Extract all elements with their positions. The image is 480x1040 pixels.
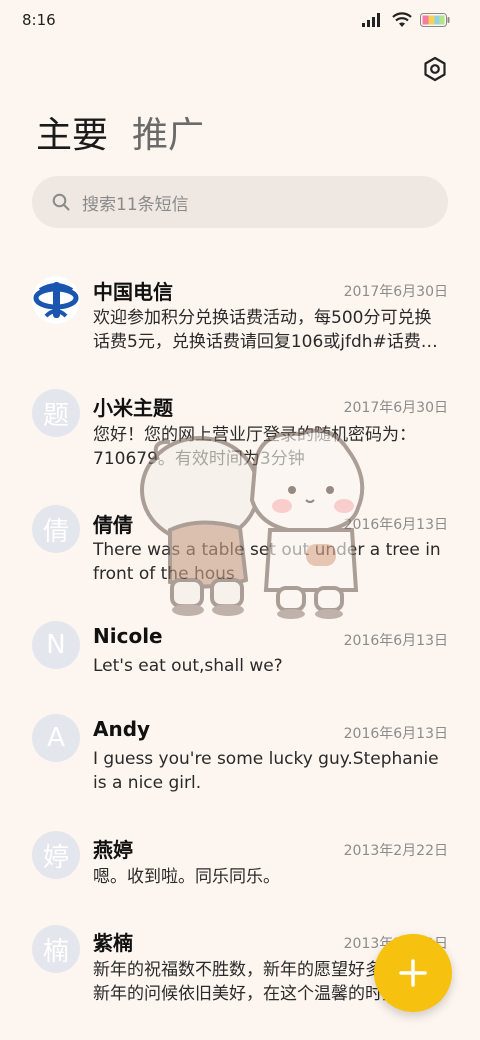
- preview-line: 您好！您的网上营业厅登录的随机密码为：: [93, 425, 416, 445]
- search-input[interactable]: 搜索11条短信: [32, 176, 448, 228]
- message-date: 2016年6月13日: [343, 726, 448, 742]
- status-time: 8:16: [22, 11, 56, 29]
- battery-icon: [420, 13, 450, 27]
- message-item[interactable]: A Andy 2016年6月13日 I guess you're some lu…: [0, 714, 480, 824]
- avatar: A: [32, 714, 80, 762]
- status-icons: [362, 12, 450, 28]
- wifi-icon: [392, 12, 412, 27]
- avatar: 楠: [32, 925, 80, 973]
- sender-name: Andy: [93, 717, 151, 741]
- message-item[interactable]: 题 小米主题 2017年6月30日 您好！您的网上营业厅登录的随机密码为： 71…: [0, 388, 480, 498]
- message-item[interactable]: 中国电信 2017年6月30日 欢迎参加积分兑换话费活动，每500分可兑换 话费…: [0, 272, 480, 382]
- preview-line: is a nice girl.: [93, 773, 202, 793]
- tab-promotions[interactable]: 推广: [132, 112, 204, 160]
- message-date: 2016年6月13日: [343, 633, 448, 649]
- sender-name: 燕婷: [93, 838, 133, 862]
- status-bar: 8:16: [0, 0, 480, 40]
- avatar: 婷: [32, 831, 80, 879]
- message-date: 2016年6月13日: [343, 517, 448, 533]
- signal-icon: [362, 13, 380, 27]
- message-preview: 嗯。收到啦。同乐同乐。: [93, 865, 445, 889]
- sender-name: 倩倩: [93, 513, 133, 537]
- preview-line: 话费5元，兑换话费请回复106或jfdh#话费…: [93, 332, 438, 352]
- settings-button[interactable]: [422, 56, 448, 82]
- message-preview: I guess you're some lucky guy.Stephanie …: [93, 747, 445, 795]
- preview-line: I guess you're some lucky guy.Stephanie: [93, 749, 439, 769]
- preview-line: There was a table set out under a tree i…: [93, 540, 441, 560]
- new-message-button[interactable]: [374, 934, 452, 1012]
- tab-primary[interactable]: 主要: [36, 112, 108, 160]
- message-preview: 欢迎参加积分兑换话费活动，每500分可兑换 话费5元，兑换话费请回复106或jf…: [93, 306, 445, 354]
- preview-line: 710679。有效时间为3分钟: [93, 449, 305, 469]
- avatar: 题: [32, 389, 80, 437]
- message-date: 2017年6月30日: [343, 284, 448, 300]
- preview-line: front of the hous: [93, 564, 235, 584]
- china-telecom-logo: [32, 276, 80, 324]
- preview-line: Let's eat out,shall we?: [93, 656, 283, 676]
- search-placeholder: 搜索11条短信: [82, 194, 189, 215]
- preview-line: 欢迎参加积分兑换话费活动，每500分可兑换: [93, 308, 432, 328]
- search-icon: [52, 193, 70, 211]
- preview-line: 嗯。收到啦。同乐同乐。: [93, 867, 280, 887]
- sender-name: Nicole: [93, 624, 163, 648]
- sender-name: 小米主题: [93, 396, 173, 420]
- tab-bar: 主要 推广: [36, 112, 204, 160]
- sender-name: 紫楠: [93, 931, 133, 955]
- message-item[interactable]: 倩 倩倩 2016年6月13日 There was a table set ou…: [0, 505, 480, 615]
- message-date: 2017年6月30日: [343, 400, 448, 416]
- message-date: 2013年2月22日: [343, 843, 448, 859]
- avatar: 倩: [32, 505, 80, 553]
- message-preview: 您好！您的网上营业厅登录的随机密码为： 710679。有效时间为3分钟: [93, 423, 445, 471]
- message-preview: There was a table set out under a tree i…: [93, 538, 445, 586]
- sender-name: 中国电信: [93, 280, 173, 304]
- settings-hexagon-icon: [424, 56, 446, 82]
- plus-icon: [399, 959, 427, 987]
- message-preview: Let's eat out,shall we?: [93, 654, 445, 678]
- avatar: N: [32, 621, 80, 669]
- telecom-logo-icon: [33, 282, 79, 318]
